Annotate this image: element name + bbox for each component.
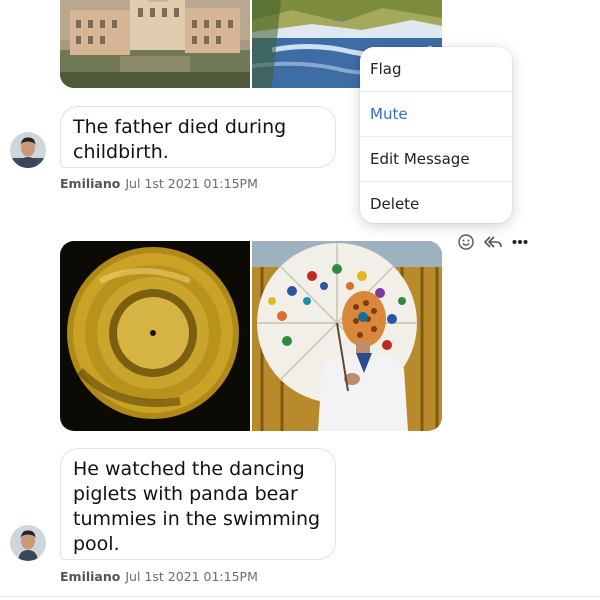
menu-item-label: Flag: [370, 60, 402, 78]
message-timestamp: Jul 1st 2021 01:15PM: [125, 569, 258, 584]
menu-item-delete[interactable]: Delete: [360, 182, 512, 223]
message-text: He watched the dancing piglets with pand…: [73, 458, 321, 555]
avatar[interactable]: [10, 525, 46, 561]
menu-item-label: Edit Message: [370, 150, 470, 168]
author-name[interactable]: Emiliano: [60, 569, 120, 584]
smiley-icon[interactable]: [457, 233, 475, 251]
message-actions: [457, 233, 532, 251]
attachment-umbrella-mask-photo[interactable]: [252, 241, 442, 431]
author-name[interactable]: Emiliano: [60, 176, 120, 191]
menu-item-mute[interactable]: Mute: [360, 92, 512, 137]
more-options-icon[interactable]: [511, 233, 529, 251]
message-context-menu: Flag Mute Edit Message Delete: [360, 47, 512, 223]
attachment-palace-photo[interactable]: [60, 0, 250, 88]
reply-all-icon[interactable]: [484, 233, 502, 251]
message-bubble: He watched the dancing piglets with pand…: [60, 448, 336, 560]
message-meta: Emiliano Jul 1st 2021 01:15PM: [60, 176, 258, 191]
menu-item-label: Mute: [370, 105, 408, 123]
divider: [0, 596, 600, 597]
menu-item-flag[interactable]: Flag: [360, 47, 512, 92]
message-meta: Emiliano Jul 1st 2021 01:15PM: [60, 569, 258, 584]
message-text: The father died during childbirth.: [73, 116, 287, 163]
message-timestamp: Jul 1st 2021 01:15PM: [125, 176, 258, 191]
menu-item-label: Delete: [370, 195, 420, 213]
menu-item-edit-message[interactable]: Edit Message: [360, 137, 512, 182]
avatar[interactable]: [10, 132, 46, 168]
attachment-golden-record-photo[interactable]: [60, 241, 250, 431]
message-bubble: The father died during childbirth.: [60, 106, 336, 168]
